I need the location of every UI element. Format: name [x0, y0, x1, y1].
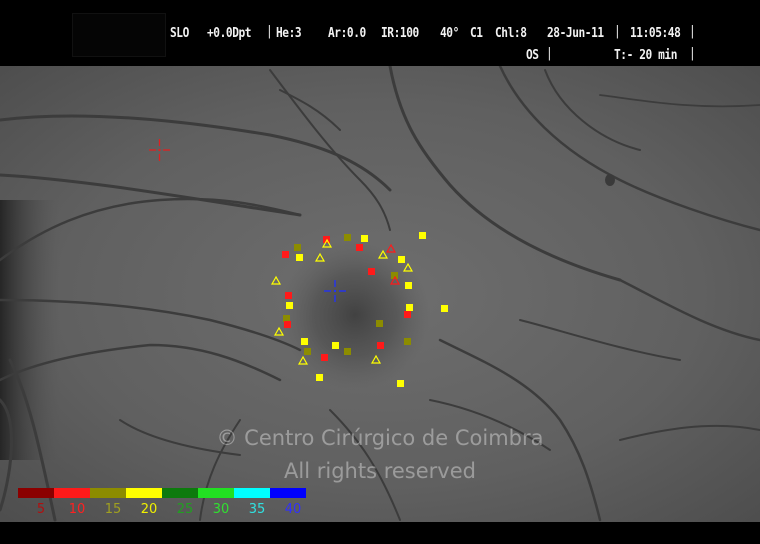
fundus-image — [0, 66, 760, 522]
test-point — [294, 244, 301, 251]
scale-label: 25 — [176, 502, 194, 517]
c-text: C1 — [470, 26, 483, 41]
test-point — [304, 348, 311, 355]
ch-text: Chl:8 — [495, 26, 527, 41]
test-point — [284, 321, 291, 328]
scale-swatch — [54, 488, 90, 498]
test-point — [301, 338, 308, 345]
test-point — [285, 292, 292, 299]
scale-swatch — [126, 488, 162, 498]
test-point — [316, 374, 323, 381]
test-point — [344, 234, 351, 241]
scale-swatch — [18, 488, 54, 498]
test-point — [283, 315, 290, 322]
header-bar: SLO +0.0Dpt | He:3 Ar:0.0 IR:100 40° C1 … — [0, 0, 760, 66]
scale-swatch — [198, 488, 234, 498]
scale-swatch — [234, 488, 270, 498]
separator: | — [546, 46, 553, 61]
eye-text: OS — [526, 48, 539, 63]
test-point — [404, 338, 411, 345]
separator: | — [689, 24, 696, 39]
scale-swatch — [270, 488, 306, 498]
fov-text: 40° — [440, 26, 459, 41]
test-point — [368, 268, 375, 275]
scale-label: 40 — [284, 502, 302, 517]
test-point — [405, 282, 412, 289]
time-text: 11:05:48 — [630, 26, 681, 41]
scale-label: 30 — [212, 502, 230, 517]
test-point — [286, 302, 293, 309]
ar-text: Ar:0.0 — [328, 26, 366, 41]
mode-text: SLO — [170, 26, 189, 41]
test-point — [398, 256, 405, 263]
redacted-patient-box — [72, 13, 166, 57]
test-point — [356, 244, 363, 251]
scale-label: 35 — [248, 502, 266, 517]
test-point — [321, 354, 328, 361]
test-point — [296, 254, 303, 261]
separator: | — [689, 46, 696, 61]
test-point — [344, 348, 351, 355]
ir-text: IR:100 — [381, 26, 419, 41]
test-point — [377, 342, 384, 349]
separator: | — [266, 24, 273, 39]
test-point — [361, 235, 368, 242]
focus-text: +0.0Dpt — [207, 26, 252, 41]
test-point — [406, 304, 413, 311]
bottom-bar — [0, 522, 760, 544]
scale-swatch — [90, 488, 126, 498]
scale-label: 5 — [36, 502, 46, 517]
scale-label: 10 — [68, 502, 86, 517]
he-text: He:3 — [276, 26, 302, 41]
separator: | — [614, 24, 621, 39]
test-point — [419, 232, 426, 239]
watermark-line-2: All rights reserved — [284, 459, 476, 483]
test-point — [332, 342, 339, 349]
test-point — [397, 380, 404, 387]
test-point — [404, 311, 411, 318]
date-text: 28-Jun-11 — [547, 26, 604, 41]
test-point — [282, 251, 289, 258]
test-point — [441, 305, 448, 312]
scale-label: 20 — [140, 502, 158, 517]
watermark-line-1: © Centro Cirúrgico de Coimbra — [216, 426, 544, 450]
test-point — [376, 320, 383, 327]
scale-swatch — [162, 488, 198, 498]
fundus-spot — [605, 174, 615, 186]
duration-text: T:- 20 min — [614, 48, 678, 63]
scale-label: 15 — [104, 502, 122, 517]
